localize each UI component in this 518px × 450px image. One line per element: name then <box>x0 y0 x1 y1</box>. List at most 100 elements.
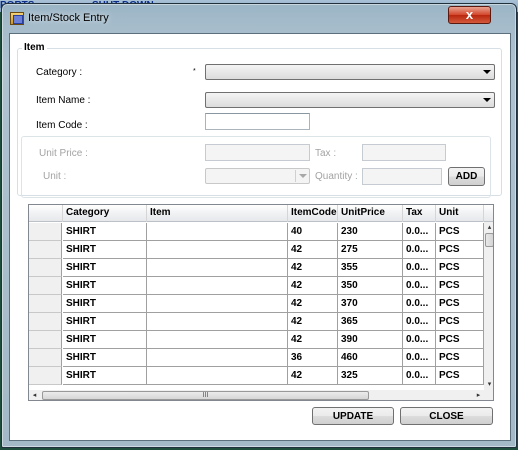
table-row[interactable]: SHIRT 42 365 0.0... PCS <box>29 313 485 331</box>
table-row[interactable]: SHIRT 36 460 0.0... PCS <box>29 349 485 367</box>
table-cell[interactable]: 0.0... <box>403 331 436 349</box>
table-cell[interactable]: 40 <box>288 223 338 241</box>
scroll-up-icon[interactable]: ▴ <box>484 222 493 233</box>
table-cell[interactable]: 42 <box>288 331 338 349</box>
close-button[interactable]: CLOSE <box>400 407 493 425</box>
update-button[interactable]: UPDATE <box>312 407 394 425</box>
table-cell[interactable]: SHIRT <box>63 259 147 277</box>
table-cell[interactable]: 230 <box>338 223 403 241</box>
table-cell[interactable]: 460 <box>338 349 403 367</box>
table-cell[interactable]: PCS <box>436 367 484 385</box>
table-cell[interactable]: 355 <box>338 259 403 277</box>
table-cell[interactable] <box>147 313 288 331</box>
table-cell[interactable]: PCS <box>436 313 484 331</box>
table-cell[interactable]: SHIRT <box>63 277 147 295</box>
row-header[interactable] <box>29 331 62 349</box>
table-cell[interactable]: 36 <box>288 349 338 367</box>
items-grid[interactable]: Category Item ItemCode UnitPrice Tax Uni… <box>28 204 494 401</box>
unit-combobox[interactable] <box>205 168 310 184</box>
table-cell[interactable]: PCS <box>436 241 484 259</box>
table-cell[interactable]: SHIRT <box>63 331 147 349</box>
table-cell[interactable] <box>147 367 288 385</box>
column-header-item[interactable]: Item <box>147 205 288 222</box>
horizontal-scroll-thumb[interactable]: III <box>42 391 369 400</box>
column-header-tax[interactable]: Tax <box>403 205 436 222</box>
row-header[interactable] <box>29 241 62 259</box>
table-row[interactable]: SHIRT 42 355 0.0... PCS <box>29 259 485 277</box>
column-header-unit[interactable]: Unit <box>436 205 484 222</box>
window-close-button[interactable]: x <box>448 6 491 24</box>
table-cell[interactable]: SHIRT <box>63 367 147 385</box>
row-header[interactable] <box>29 295 62 313</box>
table-cell[interactable]: PCS <box>436 223 484 241</box>
table-cell[interactable]: SHIRT <box>63 241 147 259</box>
column-header-unitprice[interactable]: UnitPrice <box>338 205 403 222</box>
table-cell[interactable]: SHIRT <box>63 295 147 313</box>
table-row[interactable]: SHIRT 42 275 0.0... PCS <box>29 241 485 259</box>
table-cell[interactable]: PCS <box>436 349 484 367</box>
quantity-input[interactable] <box>362 168 442 185</box>
row-header[interactable] <box>29 367 62 385</box>
table-cell[interactable]: SHIRT <box>63 223 147 241</box>
title-bar[interactable]: Item/Stock Entry x <box>2 4 516 32</box>
column-header-category[interactable]: Category <box>63 205 147 222</box>
table-row[interactable]: SHIRT 42 350 0.0... PCS <box>29 277 485 295</box>
category-combobox[interactable] <box>205 64 495 80</box>
table-cell[interactable]: PCS <box>436 295 484 313</box>
row-header[interactable] <box>29 349 62 367</box>
table-cell[interactable]: 42 <box>288 295 338 313</box>
scroll-down-icon[interactable]: ▾ <box>484 379 493 390</box>
row-header[interactable] <box>29 277 62 295</box>
vertical-scrollbar[interactable]: ▴ ▾ <box>484 222 493 390</box>
table-cell[interactable] <box>147 295 288 313</box>
table-cell[interactable] <box>147 331 288 349</box>
table-cell[interactable]: 390 <box>338 331 403 349</box>
table-cell[interactable]: 275 <box>338 241 403 259</box>
table-row[interactable]: SHIRT 42 390 0.0... PCS <box>29 331 485 349</box>
row-header[interactable] <box>29 259 62 277</box>
table-cell[interactable] <box>147 223 288 241</box>
table-cell[interactable]: 0.0... <box>403 241 436 259</box>
table-cell[interactable]: 0.0... <box>403 349 436 367</box>
tax-input[interactable] <box>362 144 446 161</box>
item-name-combobox[interactable] <box>205 92 495 108</box>
table-row[interactable]: SHIRT 42 370 0.0... PCS <box>29 295 485 313</box>
table-cell[interactable]: 0.0... <box>403 277 436 295</box>
table-row[interactable]: SHIRT 42 325 0.0... PCS <box>29 367 485 385</box>
item-code-input[interactable] <box>205 113 310 130</box>
vertical-scroll-thumb[interactable] <box>485 233 493 247</box>
table-cell[interactable]: 42 <box>288 313 338 331</box>
table-cell[interactable]: 350 <box>338 277 403 295</box>
table-cell[interactable]: 42 <box>288 259 338 277</box>
table-row[interactable]: SHIRT 40 230 0.0... PCS <box>29 223 485 241</box>
table-cell[interactable]: 0.0... <box>403 313 436 331</box>
table-cell[interactable] <box>147 349 288 367</box>
table-cell[interactable]: 325 <box>338 367 403 385</box>
table-cell[interactable]: 42 <box>288 367 338 385</box>
unit-price-input[interactable] <box>205 144 310 161</box>
table-cell[interactable]: 365 <box>338 313 403 331</box>
horizontal-scrollbar[interactable]: ◂ III ▸ <box>29 390 493 400</box>
column-header-itemcode[interactable]: ItemCode <box>288 205 338 222</box>
table-cell[interactable]: 42 <box>288 241 338 259</box>
table-cell[interactable]: 42 <box>288 277 338 295</box>
table-cell[interactable]: 370 <box>338 295 403 313</box>
add-button[interactable]: ADD <box>448 167 485 186</box>
table-cell[interactable]: PCS <box>436 259 484 277</box>
row-header[interactable] <box>29 223 62 241</box>
table-cell[interactable]: PCS <box>436 331 484 349</box>
table-cell[interactable] <box>147 277 288 295</box>
table-cell[interactable]: 0.0... <box>403 367 436 385</box>
scroll-left-icon[interactable]: ◂ <box>29 390 40 400</box>
table-cell[interactable]: SHIRT <box>63 313 147 331</box>
table-cell[interactable] <box>147 241 288 259</box>
row-header[interactable] <box>29 313 62 331</box>
table-cell[interactable]: 0.0... <box>403 223 436 241</box>
table-cell[interactable]: 0.0... <box>403 259 436 277</box>
scroll-right-icon[interactable]: ▸ <box>473 390 484 400</box>
item-name-label: Item Name : <box>36 95 91 106</box>
table-cell[interactable]: PCS <box>436 277 484 295</box>
table-cell[interactable] <box>147 259 288 277</box>
table-cell[interactable]: 0.0... <box>403 295 436 313</box>
table-cell[interactable]: SHIRT <box>63 349 147 367</box>
